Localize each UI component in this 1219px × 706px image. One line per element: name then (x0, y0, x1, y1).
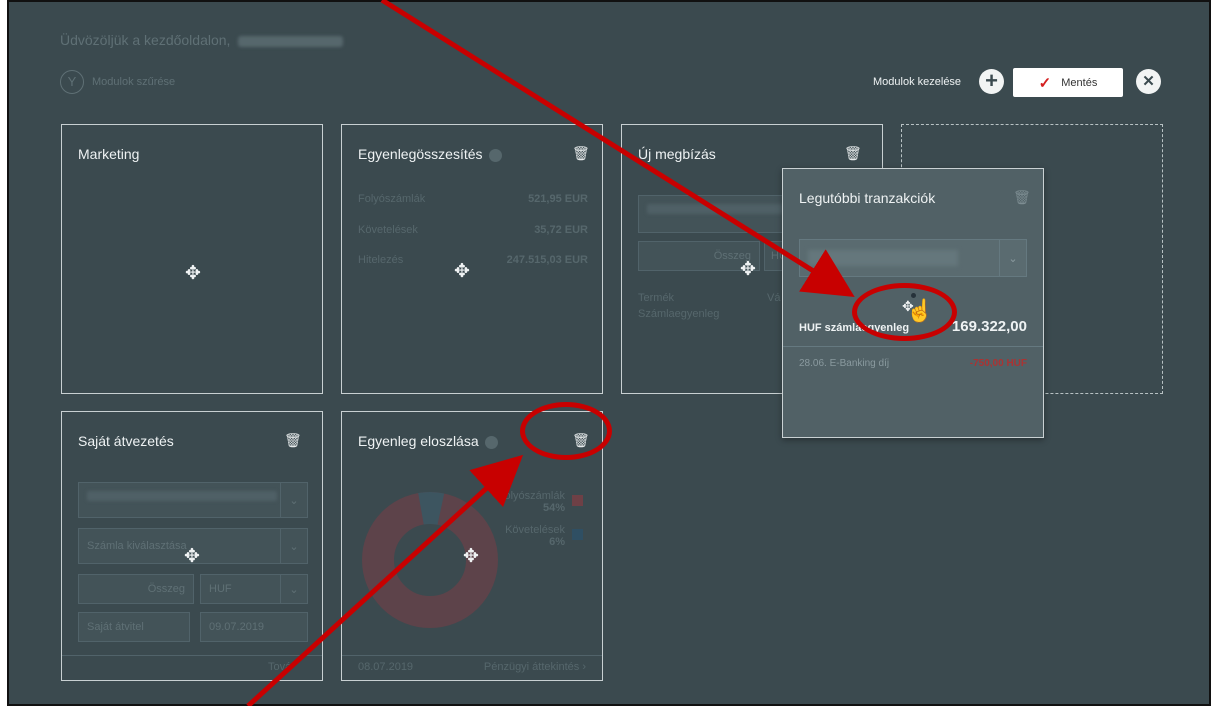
annotation-arrows (246, 0, 855, 706)
annotation-arrow (246, 454, 524, 706)
annotation-arrow (380, 0, 855, 297)
